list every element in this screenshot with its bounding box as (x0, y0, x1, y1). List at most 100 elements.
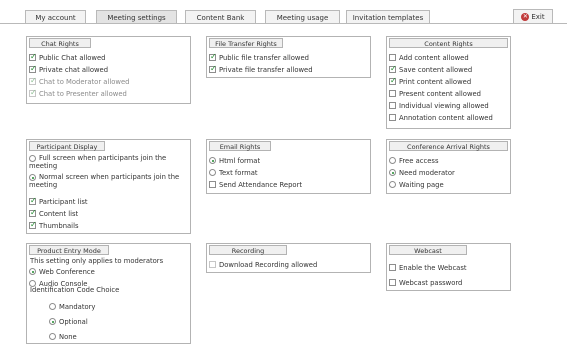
option-normal-screen[interactable]: Normal screen when participants join the… (29, 173, 188, 189)
tab-meeting-usage[interactable]: Meeting usage (265, 10, 340, 24)
checkbox[interactable] (389, 54, 396, 61)
option-label: Webcast password (399, 278, 463, 287)
tab-invitation-templates[interactable]: Invitation templates (346, 10, 430, 24)
option-label: Participant list (39, 197, 88, 206)
option-html-format[interactable]: Html format (209, 155, 368, 166)
panel-title: Webcast (389, 245, 467, 255)
tab-divider (0, 23, 567, 24)
option-public-file-transfer[interactable]: Public file transfer allowed (209, 52, 368, 63)
tab-bar: My account Meeting settings Content Bank… (0, 0, 567, 26)
option-full-screen[interactable]: Full screen when participants join the m… (29, 154, 188, 170)
product-entry-mode-panel: Product Entry Mode This setting only app… (26, 243, 191, 344)
radio-button[interactable] (49, 303, 56, 310)
option-download-recording: Download Recording allowed (209, 259, 368, 270)
option-waiting-page[interactable]: Waiting page (389, 179, 508, 190)
checkbox[interactable] (209, 52, 217, 61)
checkbox[interactable] (209, 181, 216, 188)
content-rights-panel: Content Rights Add content allowed Save … (386, 36, 511, 129)
checkbox[interactable] (389, 64, 397, 73)
chat-rights-panel: Chat Rights Public Chat allowed Private … (26, 36, 191, 104)
radio-button[interactable] (209, 169, 216, 176)
panel-title: Recording (209, 245, 287, 255)
option-label: Normal screen when participants join the… (29, 173, 180, 189)
panel-title: Chat Rights (29, 38, 91, 48)
option-mandatory[interactable]: Mandatory (49, 301, 188, 312)
option-label: Annotation content allowed (399, 113, 493, 122)
radio-button[interactable] (49, 333, 56, 340)
option-webcast-password[interactable]: Webcast password (389, 277, 508, 288)
option-annotation-content[interactable]: Annotation content allowed (389, 112, 508, 123)
option-send-attendance-report[interactable]: Send Attendance Report (209, 179, 368, 190)
checkbox (209, 261, 216, 268)
checkbox (29, 88, 37, 97)
radio-button[interactable] (389, 169, 396, 176)
radio-button[interactable] (29, 174, 36, 181)
option-label: Public Chat allowed (39, 53, 106, 62)
tab-my-account[interactable]: My account (25, 10, 86, 24)
option-none[interactable]: None (49, 331, 188, 342)
checkbox[interactable] (389, 102, 396, 109)
email-rights-panel: Email Rights Html format Text format Sen… (206, 139, 371, 194)
webcast-panel: Webcast Enable the Webcast Webcast passw… (386, 243, 511, 291)
option-thumbnails[interactable]: Thumbnails (29, 220, 188, 231)
radio-button[interactable] (49, 318, 56, 325)
radio-button[interactable] (29, 268, 36, 275)
checkbox[interactable] (389, 114, 396, 121)
checkbox[interactable] (29, 208, 37, 217)
option-label: Waiting page (399, 180, 444, 189)
option-text-format[interactable]: Text format (209, 167, 368, 178)
radio-button[interactable] (389, 157, 396, 164)
panel-title: Product Entry Mode (29, 245, 109, 255)
option-optional[interactable]: Optional (49, 316, 188, 327)
radio-button[interactable] (209, 157, 216, 164)
checkbox[interactable] (29, 52, 37, 61)
option-label: Text format (219, 168, 258, 177)
tab-meeting-settings[interactable]: Meeting settings (96, 10, 177, 24)
option-private-chat[interactable]: Private chat allowed (29, 64, 188, 75)
tab-content-bank[interactable]: Content Bank (185, 10, 256, 24)
option-label: Add content allowed (399, 53, 469, 62)
option-content-list[interactable]: Content list (29, 208, 188, 219)
radio-button[interactable] (389, 181, 396, 188)
exit-button[interactable]: ✕ Exit (513, 9, 553, 24)
checkbox[interactable] (389, 264, 396, 271)
option-present-content[interactable]: Present content allowed (389, 88, 508, 99)
option-web-conference[interactable]: Web Conference (29, 266, 188, 277)
option-need-moderator[interactable]: Need moderator (389, 167, 508, 178)
moderator-note: This setting only applies to moderators (30, 257, 164, 265)
option-label: Thumbnails (39, 221, 79, 230)
checkbox[interactable] (29, 220, 37, 229)
option-label: Optional (59, 317, 88, 326)
option-add-content[interactable]: Add content allowed (389, 52, 508, 63)
option-enable-webcast[interactable]: Enable the Webcast (389, 262, 508, 273)
checkbox[interactable] (209, 64, 217, 73)
checkbox[interactable] (389, 279, 396, 286)
option-save-content[interactable]: Save content allowed (389, 64, 508, 75)
option-label: Present content allowed (399, 89, 482, 98)
checkbox[interactable] (29, 196, 37, 205)
option-label: Private file transfer allowed (219, 65, 313, 74)
panel-title: Content Rights (389, 38, 508, 48)
option-label: Free access (399, 156, 439, 165)
option-label: Chat to Moderator allowed (39, 77, 130, 86)
radio-button[interactable] (29, 155, 36, 162)
recording-panel: Recording Download Recording allowed (206, 243, 371, 273)
option-participant-list[interactable]: Participant list (29, 196, 188, 207)
option-label: Public file transfer allowed (219, 53, 309, 62)
option-print-content[interactable]: Print content allowed (389, 76, 508, 87)
option-private-file-transfer[interactable]: Private file transfer allowed (209, 64, 368, 75)
panel-title: File Transfer Rights (209, 38, 283, 48)
identification-code-title: Identification Code Choice (30, 286, 120, 294)
checkbox[interactable] (389, 90, 396, 97)
checkbox[interactable] (389, 76, 397, 85)
panel-title: Email Rights (209, 141, 271, 151)
option-individual-viewing[interactable]: Individual viewing allowed (389, 100, 508, 111)
checkbox[interactable] (29, 64, 37, 73)
option-free-access[interactable]: Free access (389, 155, 508, 166)
option-public-chat[interactable]: Public Chat allowed (29, 52, 188, 63)
file-transfer-rights-panel: File Transfer Rights Public file transfe… (206, 36, 371, 78)
option-label: Individual viewing allowed (399, 101, 489, 110)
panel-title: Conference Arrival Rights (389, 141, 508, 151)
panel-title: Participant Display (29, 141, 105, 151)
option-label: Full screen when participants join the m… (29, 154, 167, 170)
